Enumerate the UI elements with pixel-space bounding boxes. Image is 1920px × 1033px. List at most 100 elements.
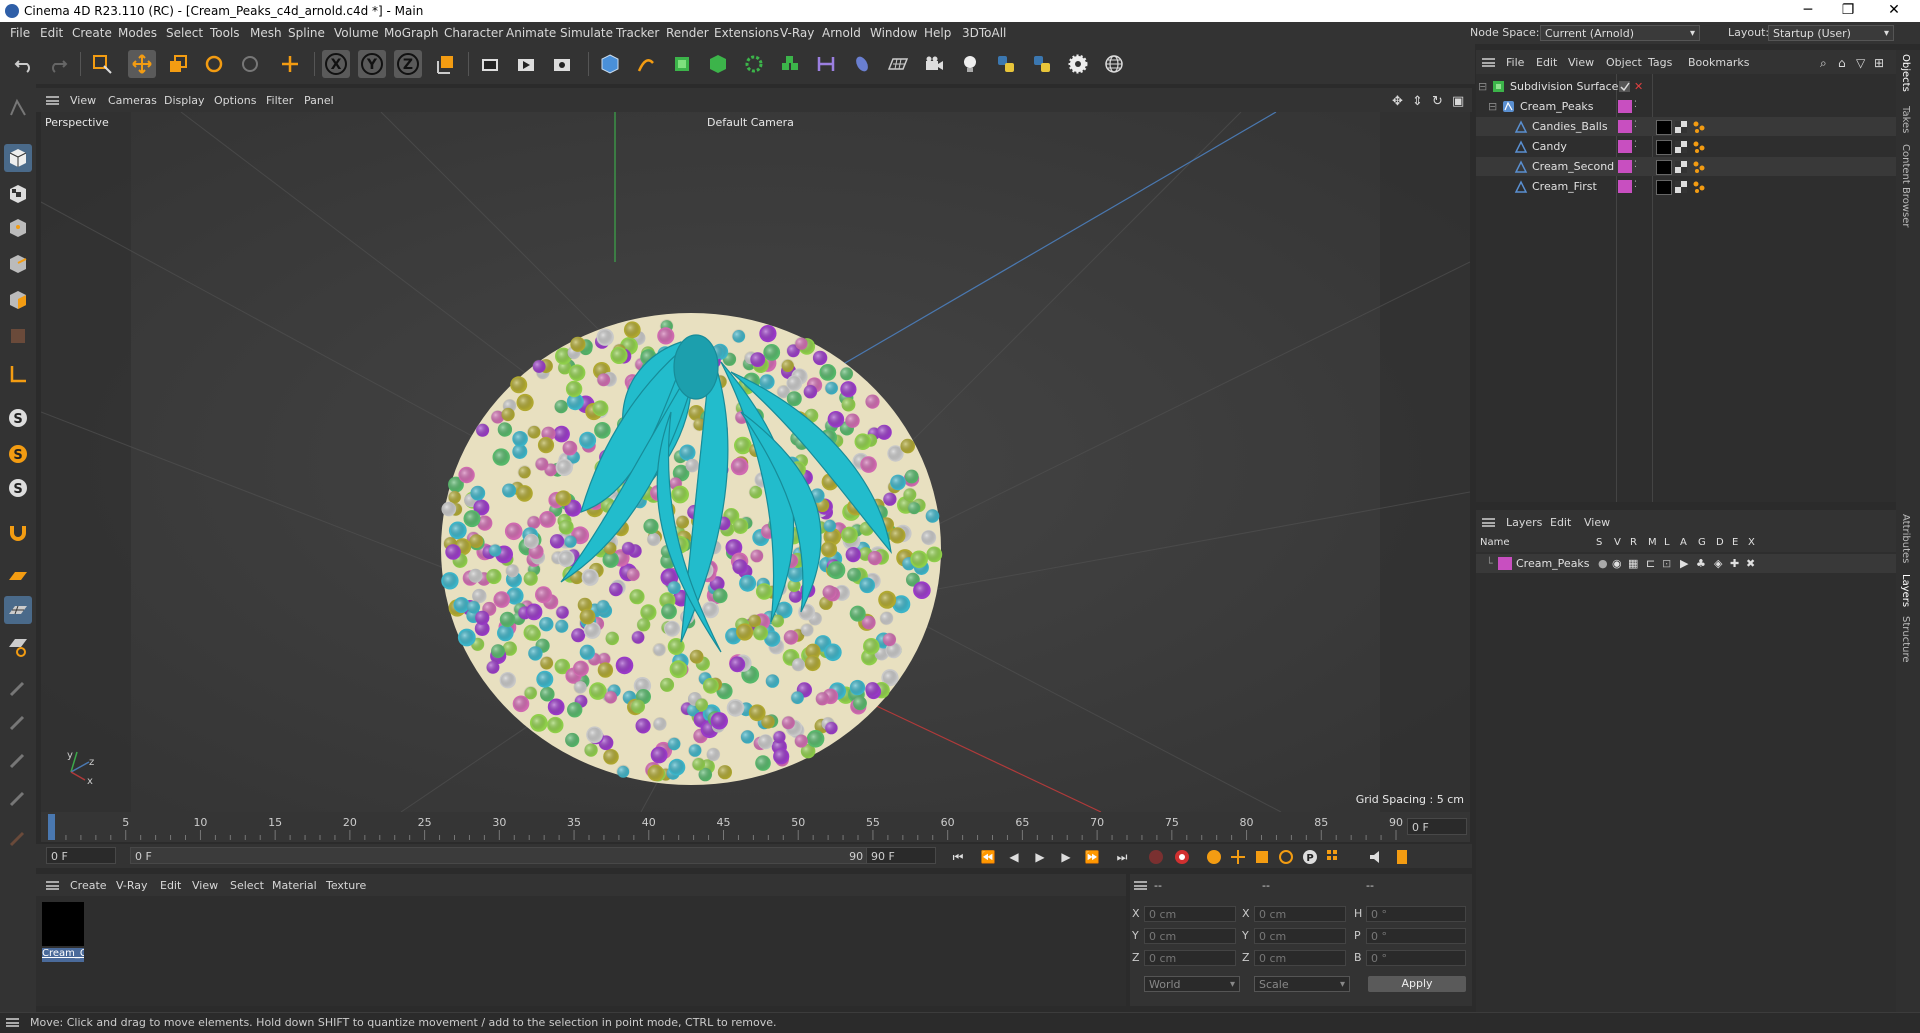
extra-tool-button[interactable] xyxy=(4,824,32,852)
hamburger-icon[interactable] xyxy=(46,881,59,890)
render-settings-button[interactable] xyxy=(548,50,576,78)
make-editable-button[interactable] xyxy=(4,94,32,122)
polygon-mode-button[interactable] xyxy=(4,286,32,314)
grid-button[interactable] xyxy=(4,596,32,624)
go-to-start-button[interactable]: ⏮ xyxy=(948,847,968,867)
close-button[interactable]: ✕ xyxy=(1874,2,1914,20)
object-row-cream-peaks[interactable]: ⊟ Cream_Peaks ⁚ xyxy=(1476,97,1896,116)
workplane-snap-button[interactable]: S xyxy=(4,474,32,502)
coord-rot-b-field[interactable]: 0 ° xyxy=(1366,950,1466,966)
key-scale-button[interactable] xyxy=(1252,847,1272,867)
visibility-dots-icon[interactable]: ⁚ xyxy=(1634,120,1637,130)
workplane-button[interactable] xyxy=(4,562,32,590)
material-menu-edit[interactable]: Edit xyxy=(160,879,181,892)
material-menu-select[interactable]: Select xyxy=(230,879,264,892)
menu-help[interactable]: Help xyxy=(924,26,951,40)
maximize-button[interactable]: ❐ xyxy=(1828,2,1868,20)
snap-settings-button[interactable]: S xyxy=(4,440,32,468)
tab-layers[interactable]: Layers xyxy=(1900,574,1911,607)
timeline-ruler[interactable]: 051015202530354045505560657075808590 0 F xyxy=(41,812,1470,842)
cloner-button[interactable] xyxy=(740,50,768,78)
autokey-button[interactable] xyxy=(1172,847,1192,867)
mograph-button[interactable] xyxy=(776,50,804,78)
coordinate-system-button[interactable] xyxy=(432,50,460,78)
menu-spline[interactable]: Spline xyxy=(288,26,325,40)
uvw-tag-icon[interactable] xyxy=(1674,120,1688,133)
previous-key-button[interactable]: ⏪ xyxy=(978,847,998,867)
object-menu-file[interactable]: File xyxy=(1506,56,1524,69)
current-frame-field[interactable]: 0 F xyxy=(1407,818,1467,835)
timeline-options-button[interactable] xyxy=(1392,847,1412,867)
locked-workplane-button[interactable] xyxy=(4,632,32,660)
layer-color-swatch[interactable] xyxy=(1618,140,1632,153)
pan-icon[interactable]: ✥ xyxy=(1392,94,1403,109)
lock-icon[interactable]: ⊡ xyxy=(1662,557,1671,570)
menu-mograph[interactable]: MoGraph xyxy=(384,26,439,40)
render-toggle-icon[interactable]: ✕ xyxy=(1634,80,1643,93)
viewport-menu-options[interactable]: Options xyxy=(214,94,256,107)
end-frame-field[interactable]: 90 F xyxy=(866,847,936,864)
layer-color-swatch[interactable] xyxy=(1618,100,1632,113)
coord-size-y-field[interactable]: 0 cm xyxy=(1254,928,1346,944)
home-icon[interactable]: ⌂ xyxy=(1838,56,1846,70)
texture-mode-button[interactable] xyxy=(4,180,32,208)
object-menu-tags[interactable]: Tags xyxy=(1648,56,1672,69)
viewport-menu-filter[interactable]: Filter xyxy=(266,94,293,107)
menu-modes[interactable]: Modes xyxy=(118,26,157,40)
paint-button[interactable] xyxy=(4,708,32,736)
material-menu-texture[interactable]: Texture xyxy=(326,879,366,892)
key-pla-button[interactable] xyxy=(1324,847,1344,867)
move-tool-button[interactable] xyxy=(128,50,156,78)
hamburger-icon[interactable] xyxy=(1482,58,1495,67)
material-tag[interactable] xyxy=(1656,160,1672,175)
object-menu-bookmarks[interactable]: Bookmarks xyxy=(1688,56,1749,69)
visibility-dots-icon[interactable]: ⁚ xyxy=(1634,180,1637,190)
coord-pos-x-field[interactable]: 0 cm xyxy=(1144,906,1236,922)
keyframe-selection-button[interactable] xyxy=(1204,847,1224,867)
layer-menu-view[interactable]: View xyxy=(1584,516,1610,529)
expand-icon[interactable]: ⊟ xyxy=(1478,80,1487,93)
preview-range-slider[interactable]: 0 F 90 F xyxy=(130,847,880,864)
layer-color-swatch[interactable] xyxy=(1618,180,1632,193)
edge-mode-button[interactable] xyxy=(4,250,32,278)
uvw-tag-icon[interactable] xyxy=(1674,180,1688,193)
generator-icon[interactable]: ♣ xyxy=(1696,557,1706,570)
material-name[interactable]: Cream_C xyxy=(42,948,84,962)
dolly-icon[interactable]: ⇕ xyxy=(1412,94,1423,109)
menu-create[interactable]: Create xyxy=(72,26,112,40)
menu-mesh[interactable]: Mesh xyxy=(250,26,282,40)
field-button[interactable] xyxy=(848,50,876,78)
menu-tools[interactable]: Tools xyxy=(210,26,240,40)
material-menu-vray[interactable]: V-Ray xyxy=(116,879,148,892)
tab-structure[interactable]: Structure xyxy=(1900,616,1911,663)
hamburger-icon[interactable] xyxy=(1134,881,1147,890)
size-mode-select[interactable]: Scale ▾ xyxy=(1254,976,1350,992)
hamburger-icon[interactable] xyxy=(6,1018,19,1027)
coord-rot-h-field[interactable]: 0 ° xyxy=(1366,906,1466,922)
menu-simulate[interactable]: Simulate xyxy=(560,26,613,40)
previous-frame-button[interactable]: ◀ xyxy=(1004,847,1024,867)
python-button[interactable] xyxy=(992,50,1020,78)
model-mode-button[interactable] xyxy=(4,144,32,172)
coord-rot-p-field[interactable]: 0 ° xyxy=(1366,928,1466,944)
material-menu-create[interactable]: Create xyxy=(70,879,107,892)
coord-pos-z-field[interactable]: 0 cm xyxy=(1144,950,1236,966)
recent-tool-button[interactable] xyxy=(236,50,264,78)
transform-button[interactable] xyxy=(276,50,304,78)
node-space-select[interactable]: Current (Arnold) ▾ xyxy=(1540,25,1700,41)
menu-arnold[interactable]: Arnold xyxy=(822,26,861,40)
menu-select[interactable]: Select xyxy=(166,26,203,40)
animation-play-icon[interactable]: ▶ xyxy=(1680,557,1688,570)
layer-color-swatch[interactable] xyxy=(1618,160,1632,173)
viewport-camera-label[interactable]: Default Camera xyxy=(707,116,794,129)
material-menu-material[interactable]: Material xyxy=(272,879,317,892)
visibility-dots-icon[interactable]: ⁚ xyxy=(1634,160,1637,170)
camera-button[interactable] xyxy=(920,50,948,78)
scale-tool-button[interactable] xyxy=(164,50,192,78)
eye-icon[interactable]: ◉ xyxy=(1612,557,1622,570)
maximize-view-icon[interactable]: ▣ xyxy=(1452,94,1464,109)
render-clapper-icon[interactable]: ▦ xyxy=(1628,557,1638,570)
viewport-menu-display[interactable]: Display xyxy=(164,94,205,107)
coord-size-z-field[interactable]: 0 cm xyxy=(1254,950,1346,966)
expression-icon[interactable]: ✚ xyxy=(1730,557,1739,570)
